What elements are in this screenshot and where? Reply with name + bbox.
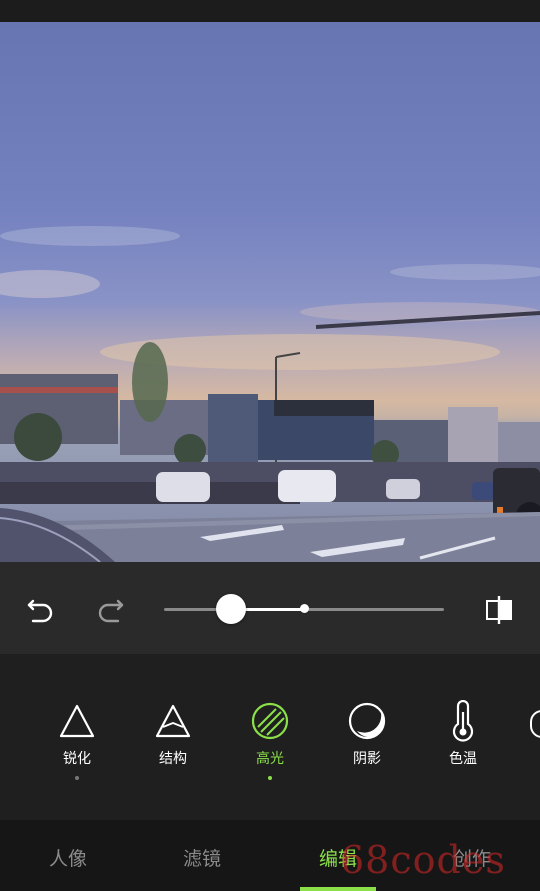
tool-temperature[interactable]: 色温 xyxy=(423,700,503,780)
undo-button[interactable] xyxy=(21,590,61,630)
tool-label: 色温 xyxy=(449,751,477,767)
tool-shadow[interactable]: 阴影 xyxy=(327,700,407,780)
compare-button[interactable] xyxy=(479,590,519,630)
compare-icon xyxy=(486,596,512,624)
shadow-icon xyxy=(348,702,386,740)
tool-label: 结构 xyxy=(159,751,187,767)
slider-thumb[interactable] xyxy=(216,594,247,624)
redo-button[interactable] xyxy=(90,590,130,630)
slider-center-mark xyxy=(300,604,309,613)
triangle-icon xyxy=(59,704,95,738)
tab-portrait[interactable]: 人像 xyxy=(18,844,118,871)
undo-icon xyxy=(27,599,53,623)
thermometer-icon xyxy=(452,700,474,742)
highlight-icon xyxy=(251,702,289,740)
tool-label: 高光 xyxy=(256,751,284,767)
tab-filters[interactable]: 滤镜 xyxy=(152,844,252,871)
status-bar xyxy=(0,0,540,22)
watermark: 68codes xyxy=(340,838,506,882)
tool-indicator-dot xyxy=(268,776,272,780)
redo-icon xyxy=(98,599,124,623)
tool-highlight[interactable]: 高光 xyxy=(230,700,310,780)
tool-sharpen[interactable]: 锐化 xyxy=(37,700,117,780)
street-photo xyxy=(0,226,540,562)
more-tool-icon[interactable] xyxy=(530,710,540,738)
tool-label: 锐化 xyxy=(63,751,91,767)
tool-strip: 锐化 结构 高光 阴影 色温 xyxy=(0,654,540,820)
photo-preview[interactable] xyxy=(0,22,540,562)
tool-label: 阴影 xyxy=(353,751,381,767)
structure-icon xyxy=(155,704,191,738)
tool-indicator-dot xyxy=(75,776,79,780)
tool-structure[interactable]: 结构 xyxy=(133,700,213,780)
active-tab-indicator xyxy=(300,887,376,891)
